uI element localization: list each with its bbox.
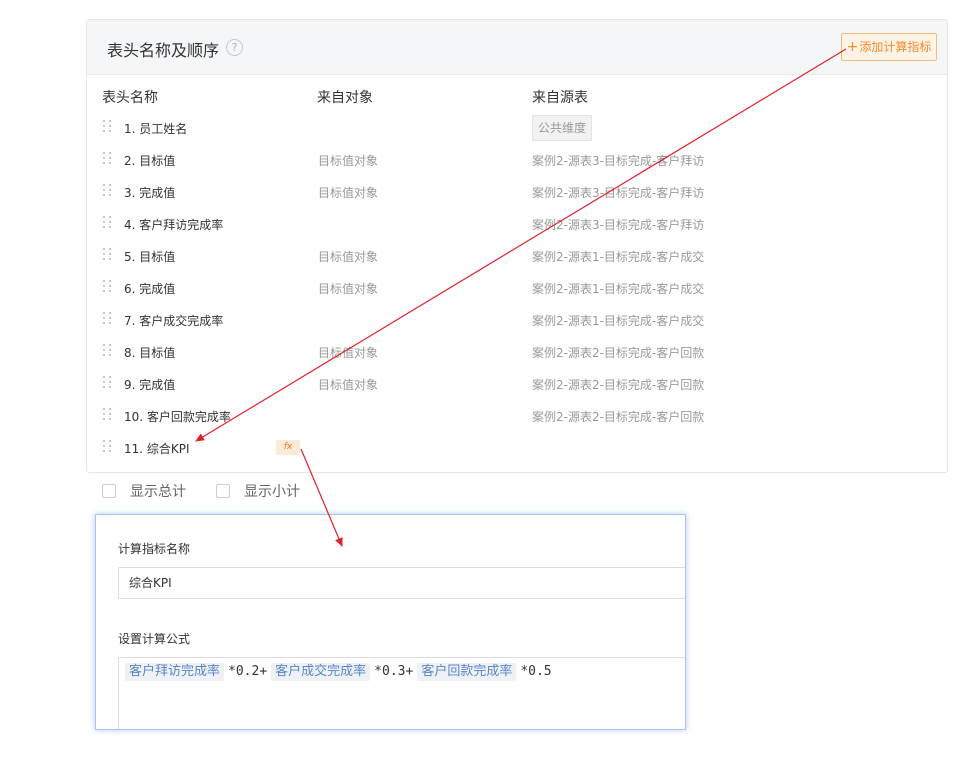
table-row[interactable]: 4. 客户拜访完成率 案例2-源表3-目标完成-客户拜访 <box>87 216 947 248</box>
row-header-name: 11. 综合KPI <box>124 442 190 456</box>
formula-editor[interactable]: 客户拜访完成率 *0.2+ 客户成交完成率 *0.3+ 客户回款完成率 *0.5 <box>118 657 685 729</box>
row-header-name: 1. 员工姓名 <box>124 122 188 136</box>
row-source-object: 目标值对象 <box>318 282 379 296</box>
row-source-table: 案例2-源表3-目标完成-客户拜访 <box>532 154 705 168</box>
help-icon[interactable]: ? <box>226 39 243 56</box>
formula-label: 设置计算公式 <box>118 632 191 646</box>
drag-handle-icon[interactable] <box>103 184 113 198</box>
drag-handle-icon[interactable] <box>103 216 113 230</box>
formula-operator: *0.5 <box>520 664 552 679</box>
row-header-name: 10. 客户回款完成率 <box>124 410 231 424</box>
row-header-name: 5. 目标值 <box>124 250 176 264</box>
drag-handle-icon[interactable] <box>103 408 113 422</box>
fx-formula-icon[interactable]: fx <box>276 440 300 455</box>
table-row[interactable]: 9. 完成值 目标值对象 案例2-源表2-目标完成-客户回款 <box>87 376 947 408</box>
column-header-name: 表头名称 <box>102 90 158 106</box>
table-row[interactable]: 1. 员工姓名 公共维度 <box>87 115 947 152</box>
row-source-object: 目标值对象 <box>318 378 379 392</box>
row-header-name: 2. 目标值 <box>124 154 176 168</box>
panel-header: 表头名称及顺序 ? +添加计算指标 <box>87 20 947 75</box>
row-header-name: 3. 完成值 <box>124 186 176 200</box>
table-row[interactable]: 11. 综合KPI fx <box>87 440 947 472</box>
show-total-option[interactable]: 显示总计 <box>102 481 186 501</box>
column-header-source: 来自源表 <box>532 90 588 106</box>
add-calculated-metric-button[interactable]: +添加计算指标 <box>841 33 937 61</box>
drag-handle-icon[interactable] <box>103 312 113 326</box>
formula-field-tag[interactable]: 客户拜访完成率 <box>125 663 225 681</box>
column-header-object: 来自对象 <box>317 90 373 106</box>
header-config-panel: 表头名称及顺序 ? +添加计算指标 表头名称 来自对象 来自源表 1. 员工姓名… <box>86 19 948 473</box>
drag-handle-icon[interactable] <box>103 440 113 454</box>
table-row[interactable]: 7. 客户成交完成率 案例2-源表1-目标完成-客户成交 <box>87 312 947 344</box>
formula-operator: *0.2+ <box>228 664 268 679</box>
metric-name-label: 计算指标名称 <box>118 542 191 556</box>
plus-icon: + <box>846 39 859 55</box>
row-header-name: 7. 客户成交完成率 <box>124 314 224 328</box>
drag-handle-icon[interactable] <box>103 120 113 134</box>
table-row[interactable]: 10. 客户回款完成率 案例2-源表2-目标完成-客户回款 <box>87 408 947 440</box>
formula-operator: *0.3+ <box>374 664 414 679</box>
row-source-table: 案例2-源表1-目标完成-客户成交 <box>532 314 705 328</box>
row-source-table: 案例2-源表2-目标完成-客户回款 <box>532 346 705 360</box>
show-total-label: 显示总计 <box>130 484 186 500</box>
row-header-name: 6. 完成值 <box>124 282 176 296</box>
table-row[interactable]: 8. 目标值 目标值对象 案例2-源表2-目标完成-客户回款 <box>87 344 947 376</box>
show-subtotal-label: 显示小计 <box>244 484 300 500</box>
formula-field-tag[interactable]: 客户回款完成率 <box>417 663 517 681</box>
calculated-metric-popup: 计算指标名称 综合KPI 设置计算公式 客户拜访完成率 *0.2+ 客户成交完成率 *… <box>95 514 686 730</box>
drag-handle-icon[interactable] <box>103 376 113 390</box>
row-source-table: 案例2-源表1-目标完成-客户成交 <box>532 250 705 264</box>
row-source-table: 案例2-源表1-目标完成-客户成交 <box>532 282 705 296</box>
row-header-name: 8. 目标值 <box>124 346 176 360</box>
show-subtotal-option[interactable]: 显示小计 <box>216 481 300 501</box>
table-row[interactable]: 6. 完成值 目标值对象 案例2-源表1-目标完成-客户成交 <box>87 280 947 312</box>
add-calculated-metric-label: 添加计算指标 <box>859 40 932 54</box>
row-header-name: 4. 客户拜访完成率 <box>124 218 224 232</box>
row-source-table: 案例2-源表2-目标完成-客户回款 <box>532 410 705 424</box>
table-row[interactable]: 3. 完成值 目标值对象 案例2-源表3-目标完成-客户拜访 <box>87 184 947 216</box>
row-source-object: 目标值对象 <box>318 250 379 264</box>
row-header-name: 9. 完成值 <box>124 378 176 392</box>
row-source-table: 案例2-源表2-目标完成-客户回款 <box>532 378 705 392</box>
formula-field-tag[interactable]: 客户成交完成率 <box>271 663 371 681</box>
row-source-table: 案例2-源表3-目标完成-客户拜访 <box>532 218 705 232</box>
table-row[interactable]: 2. 目标值 目标值对象 案例2-源表3-目标完成-客户拜访 <box>87 152 947 184</box>
public-dimension-tag: 公共维度 <box>532 115 593 141</box>
row-source-object: 目标值对象 <box>318 154 379 168</box>
drag-handle-icon[interactable] <box>103 344 113 358</box>
row-source-table: 案例2-源表3-目标完成-客户拜访 <box>532 186 705 200</box>
row-source-object: 目标值对象 <box>318 186 379 200</box>
row-source-object: 目标值对象 <box>318 346 379 360</box>
show-total-checkbox[interactable] <box>102 484 116 498</box>
drag-handle-icon[interactable] <box>103 280 113 294</box>
show-subtotal-checkbox[interactable] <box>216 484 230 498</box>
table-row[interactable]: 5. 目标值 目标值对象 案例2-源表1-目标完成-客户成交 <box>87 248 947 280</box>
drag-handle-icon[interactable] <box>103 248 113 262</box>
metric-name-input[interactable]: 综合KPI <box>118 567 685 599</box>
drag-handle-icon[interactable] <box>103 152 113 166</box>
panel-title: 表头名称及顺序 <box>107 41 220 60</box>
